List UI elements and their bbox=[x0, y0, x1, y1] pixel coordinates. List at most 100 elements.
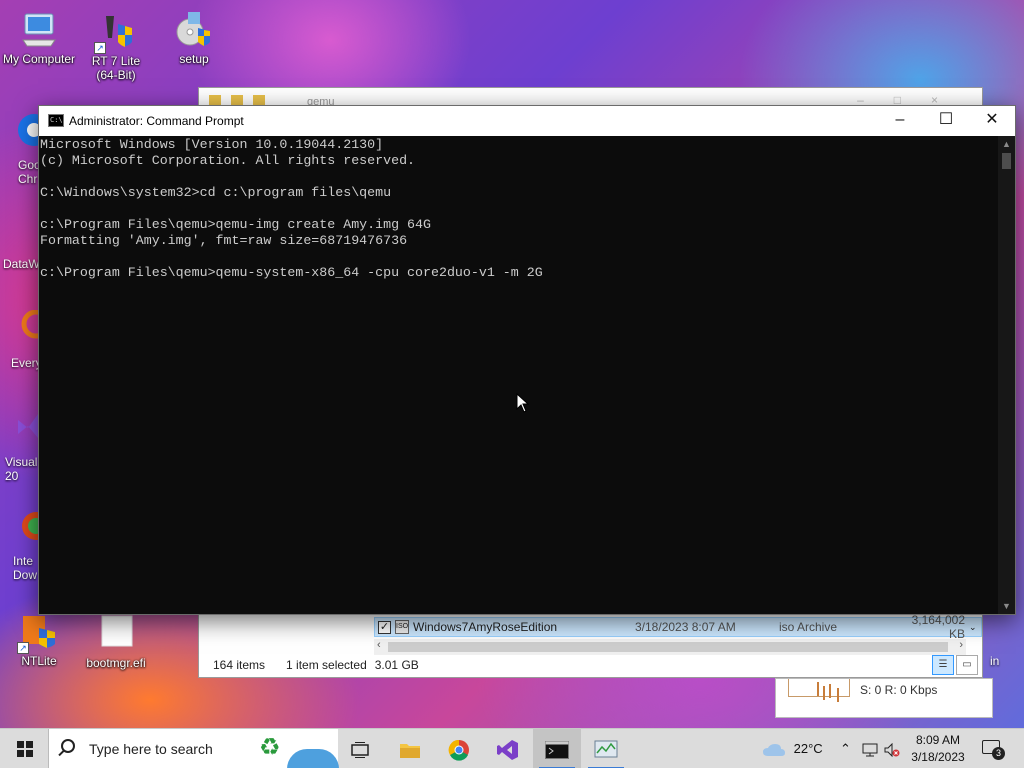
desktop-icon-idm-partial[interactable] bbox=[14, 508, 50, 542]
shortcut-arrow-icon: ↗ bbox=[17, 642, 29, 654]
chrome-icon bbox=[448, 740, 469, 761]
desktop-icon-everything-partial[interactable] bbox=[14, 309, 51, 344]
taskbar-clock[interactable]: 8:09 AM 3/18/2023 bbox=[900, 732, 976, 766]
chrome-icon bbox=[18, 114, 50, 146]
console-line: Microsoft Windows [Version 10.0.19044.21… bbox=[40, 137, 384, 152]
network-status[interactable] bbox=[862, 729, 878, 768]
folder-icon bbox=[231, 95, 243, 105]
start-button[interactable] bbox=[0, 729, 48, 768]
weather-widget[interactable]: 22°C bbox=[762, 729, 823, 768]
scroll-up-icon[interactable]: ▲ bbox=[998, 136, 1015, 152]
close-button[interactable]: ✕ bbox=[969, 106, 1015, 136]
large-icons-view-icon[interactable]: ▭ bbox=[956, 655, 978, 675]
console-line: c:\Program Files\qemu>qemu-img create Am… bbox=[40, 217, 431, 232]
desktop-icon-my-computer[interactable]: My Computer bbox=[0, 10, 78, 66]
file-row-selected[interactable]: ✓ ISO Windows7AmyRoseEdition 3/18/2023 8… bbox=[374, 613, 982, 641]
windows-logo-icon bbox=[17, 741, 33, 757]
setup-icon bbox=[174, 10, 214, 50]
view-switcher: ☰ ▭ bbox=[932, 655, 978, 675]
minimize-button[interactable]: – bbox=[877, 106, 923, 136]
cmd-icon bbox=[545, 741, 569, 760]
vertical-scrollbar[interactable]: ▲ ▼ bbox=[998, 136, 1015, 614]
iso-file-icon: ISO bbox=[395, 620, 409, 634]
scrollbar-thumb[interactable] bbox=[388, 642, 948, 652]
show-hidden-icons-button[interactable]: ⌃ bbox=[840, 729, 851, 768]
desktop-icon-visualstudio-partial[interactable] bbox=[14, 408, 38, 442]
desktop-icon-ntlite[interactable]: ↗ NTLite bbox=[0, 612, 78, 668]
window-title: Administrator: Command Prompt bbox=[69, 114, 244, 128]
explorer-status-bar: 164 items 1 item selected 3.01 GB ☰ ▭ bbox=[199, 653, 982, 677]
desktop-icon-label: DataW bbox=[3, 257, 40, 271]
checkbox-checked-icon[interactable]: ✓ bbox=[378, 620, 391, 634]
desktop-icon-bootmgr[interactable]: bootmgr.efi bbox=[77, 614, 155, 670]
console-output[interactable]: Microsoft Windows [Version 10.0.19044.21… bbox=[39, 136, 999, 614]
search-icon bbox=[61, 739, 75, 753]
recycle-icon: ♻ bbox=[259, 734, 281, 761]
quick-access-toolbar bbox=[209, 95, 265, 105]
magnifier-icon bbox=[21, 309, 51, 339]
partial-label: in bbox=[990, 654, 1000, 668]
rt7lite-icon: ↗ bbox=[94, 12, 136, 54]
file-date: 3/18/2023 8:07 AM bbox=[635, 620, 736, 634]
console-line: C:\Windows\system32>cd c:\program files\… bbox=[40, 185, 392, 200]
cmd-app-icon: C:\ bbox=[48, 114, 64, 127]
console-line: Formatting 'Amy.img', fmt=raw size=68719… bbox=[40, 233, 408, 248]
search-highlight-image bbox=[287, 749, 339, 768]
desktop-icon-label: setup bbox=[179, 52, 209, 66]
chevron-down-icon[interactable]: ⌄ bbox=[969, 622, 977, 633]
visual-studio-icon bbox=[497, 740, 518, 761]
network-throughput: S: 0 R: 0 Kbps bbox=[860, 683, 938, 697]
notification-center-button[interactable]: 3 bbox=[980, 737, 1005, 761]
task-manager-icon bbox=[594, 740, 618, 758]
shortcut-arrow-icon: ↗ bbox=[94, 42, 106, 54]
taskbar-task-manager[interactable] bbox=[582, 729, 630, 768]
notification-badge: 3 bbox=[992, 747, 1005, 760]
chevron-up-icon: ⌃ bbox=[840, 741, 851, 756]
selection-size: 3.01 GB bbox=[374, 658, 419, 672]
volume-muted-icon bbox=[884, 742, 900, 757]
scrollbar-thumb[interactable] bbox=[1002, 153, 1011, 169]
desktop-icon-setup[interactable]: setup bbox=[155, 10, 233, 66]
desktop-icon-label: bootmgr.efi bbox=[86, 656, 146, 670]
desktop-icon-label: NTLite bbox=[21, 654, 57, 668]
file-icon bbox=[96, 614, 136, 654]
desktop-icon-chrome-partial[interactable] bbox=[14, 112, 50, 146]
taskbar-chrome[interactable] bbox=[435, 729, 483, 768]
folder-icon bbox=[253, 95, 265, 105]
visual-studio-icon bbox=[18, 414, 38, 438]
maximize-button[interactable]: ☐ bbox=[923, 106, 969, 136]
file-size: 3,164,002 KB bbox=[911, 613, 965, 641]
scroll-left-icon[interactable]: ‹ bbox=[377, 639, 381, 651]
task-view-button[interactable] bbox=[336, 729, 384, 768]
desktop-icon-label: My Computer bbox=[2, 52, 76, 66]
taskbar-file-explorer[interactable] bbox=[386, 729, 434, 768]
scroll-right-icon[interactable]: › bbox=[959, 639, 963, 651]
ntlite-icon: ↗ bbox=[17, 612, 59, 654]
clock-time: 8:09 AM bbox=[915, 733, 961, 747]
search-placeholder: Type here to search bbox=[89, 741, 213, 757]
cmd-titlebar[interactable]: C:\ Administrator: Command Prompt – ☐ ✕ bbox=[39, 106, 1015, 136]
task-view-icon bbox=[351, 742, 369, 759]
taskbar: Type here to search ♻ 22°C ⌃ 8:09 AM 3/1… bbox=[0, 728, 1024, 768]
taskbar-search-box[interactable]: Type here to search ♻ bbox=[48, 729, 339, 768]
mouse-cursor-icon bbox=[516, 392, 530, 413]
folder-icon bbox=[400, 744, 420, 759]
clock-date: 3/18/2023 bbox=[911, 750, 965, 764]
file-type: iso Archive bbox=[779, 620, 838, 634]
network-graph bbox=[788, 679, 850, 697]
console-line: c:\Program Files\qemu>qemu-system-x86_64… bbox=[40, 265, 543, 280]
cloud-icon bbox=[763, 743, 785, 756]
taskbar-command-prompt[interactable] bbox=[533, 729, 581, 768]
network-graph-panel: S: 0 R: 0 Kbps bbox=[775, 678, 993, 718]
console-line: (c) Microsoft Corporation. All rights re… bbox=[40, 153, 416, 168]
scroll-down-icon[interactable]: ▼ bbox=[998, 598, 1015, 614]
details-view-icon[interactable]: ☰ bbox=[932, 655, 954, 675]
volume-status[interactable] bbox=[884, 729, 900, 768]
taskbar-visual-studio[interactable] bbox=[484, 729, 532, 768]
desktop-icon-rt7lite[interactable]: ↗ RT 7 Lite (64-Bit) bbox=[77, 12, 155, 82]
weather-temperature: 22°C bbox=[793, 741, 823, 756]
command-prompt-window[interactable]: C:\ Administrator: Command Prompt – ☐ ✕ … bbox=[38, 105, 1016, 615]
